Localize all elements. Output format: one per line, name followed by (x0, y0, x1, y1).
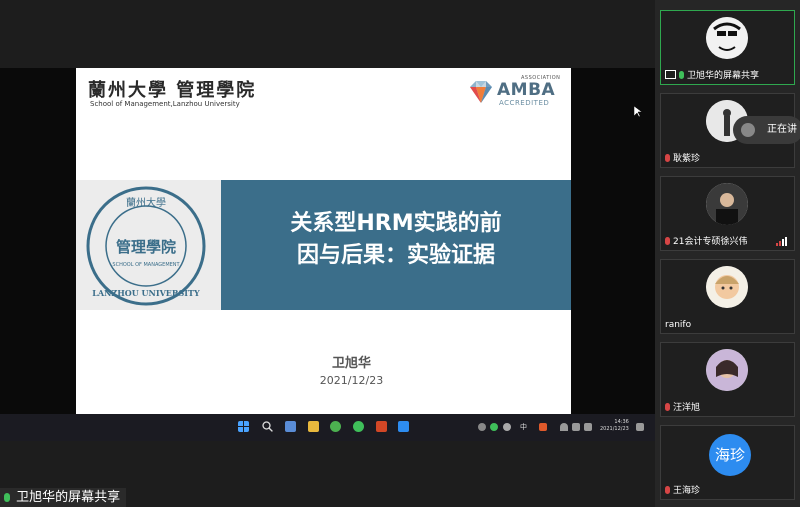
slide-author: 卫旭华 (331, 356, 371, 371)
amba-accredited: ACCREDITED (499, 99, 550, 107)
microphone-muted-icon (665, 154, 670, 162)
battery-icon[interactable] (584, 423, 592, 431)
volume-icon[interactable] (572, 423, 580, 431)
microphone-muted-icon (665, 403, 670, 411)
university-logo-text: 蘭州大學 管理學院 (88, 80, 257, 101)
slide-date: 2021/12/23 (319, 374, 384, 387)
university-logo-subtitle: School of Management,Lanzhou University (90, 100, 240, 108)
powerpoint-icon[interactable] (376, 421, 387, 432)
screen-share-label-text: 卫旭华的屏幕共享 (16, 490, 121, 505)
speaking-indicator-popup: 正在讲 (733, 116, 800, 144)
tray-ime-icon[interactable] (539, 423, 547, 431)
search-icon[interactable] (262, 421, 273, 432)
presentation-slide: 蘭州大學 管理學院 School of Management,Lanzhou U… (76, 68, 571, 414)
slide-title-line-1: 关系型HRM实践的前 (290, 211, 502, 236)
screen-share-label: 卫旭华的屏幕共享 (0, 488, 127, 507)
seal-center-text: 管理學院 (116, 238, 176, 256)
tencent-meeting-icon[interactable] (398, 421, 409, 432)
tray-app-icon[interactable] (503, 423, 511, 431)
speaker-avatar-icon (741, 123, 755, 137)
seal-bottom-text: LANZHOU UNIVERSITY (92, 288, 200, 298)
participant-avatar-text: 海珍 (709, 434, 751, 476)
microphone-muted-icon (665, 237, 670, 245)
participant-name: ranifo (665, 320, 692, 330)
microphone-muted-icon (665, 486, 670, 494)
microphone-on-icon (4, 493, 10, 502)
amba-diamond-icon (470, 81, 492, 103)
participant-tile-1[interactable]: 卫旭华的屏幕共享 (660, 10, 795, 85)
notification-icon[interactable] (636, 423, 644, 431)
shared-screen: 蘭州大學 管理學院 School of Management,Lanzhou U… (0, 68, 655, 441)
participant-avatar (706, 183, 748, 225)
tray-chevron-icon[interactable] (478, 423, 486, 431)
taskbar-clock[interactable]: 14:36 2021/12/23 (600, 419, 629, 433)
windows-start-icon[interactable] (238, 421, 249, 432)
ime-indicator[interactable]: 中 (520, 422, 527, 432)
speaking-indicator-text: 正在讲 (767, 124, 797, 135)
seal-en-text: SCHOOL OF MANAGEMENT (112, 262, 180, 268)
participant-name: 卫旭华的屏幕共享 (665, 68, 759, 81)
participant-sidebar: 卫旭华的屏幕共享 耿紫珍 21会计专硕徐兴伟 ranifo 汪洋旭 海珍 王海珍 (655, 0, 800, 507)
main-video-area: 蘭州大學 管理學院 School of Management,Lanzhou U… (0, 0, 655, 507)
file-explorer-icon[interactable] (308, 421, 319, 432)
mouse-cursor-icon (634, 106, 642, 118)
slide-title-line-2: 因与后果：实验证据 (296, 243, 495, 268)
clock-date: 2021/12/23 (600, 426, 629, 432)
clock-time: 14:36 (614, 419, 629, 425)
participant-tile-6[interactable]: 海珍 王海珍 (660, 425, 795, 500)
amba-name: AMBA (497, 80, 556, 100)
signal-bars-icon (776, 237, 787, 246)
microphone-on-icon (679, 71, 684, 79)
windows-taskbar: 中 14:36 2021/12/23 (0, 414, 655, 441)
participant-avatar (706, 266, 748, 308)
amba-logo: ASSOCIATION AMBA ACCREDITED (467, 75, 560, 109)
participant-tile-4[interactable]: ranifo (660, 259, 795, 334)
chrome-icon[interactable] (330, 421, 341, 432)
task-view-icon[interactable] (285, 421, 296, 432)
seal-top-text: 蘭州大學 (126, 196, 166, 209)
wechat-icon[interactable] (353, 421, 364, 432)
participant-avatar (706, 349, 748, 391)
participant-name: 汪洋旭 (665, 400, 700, 413)
participant-name: 王海珍 (665, 483, 700, 496)
participant-name: 耿紫珍 (665, 151, 700, 164)
slide-title: 关系型HRM实践的前 因与后果：实验证据 (221, 208, 571, 272)
participant-name: 21会计专硕徐兴伟 (665, 234, 747, 247)
university-seal-icon: 蘭州大學 管理學院 SCHOOL OF MANAGEMENT LANZHOU U… (86, 186, 206, 306)
screen-share-icon (665, 70, 676, 79)
tray-wechat-icon[interactable] (490, 423, 498, 431)
participant-tile-5[interactable]: 汪洋旭 (660, 342, 795, 417)
participant-tile-3[interactable]: 21会计专硕徐兴伟 (660, 176, 795, 251)
wifi-icon[interactable] (560, 423, 568, 431)
participant-avatar (706, 17, 748, 59)
